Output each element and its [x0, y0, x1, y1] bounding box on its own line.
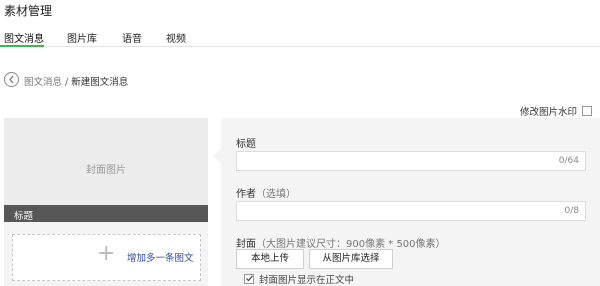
author-label-text: 作者 [236, 189, 256, 200]
preview-title-bar: 标题 [4, 205, 208, 222]
cover-label: 封面（大图片建议尺寸：900像素 * 500像素） [236, 235, 446, 250]
tab-news[interactable]: 图文消息 [4, 30, 44, 45]
tab-image-library[interactable]: 图片库 [67, 30, 97, 45]
back-button[interactable] [4, 72, 19, 87]
title-input[interactable]: 0/64 [236, 151, 586, 171]
show-cover-in-body: 封面图片显示在正文中 [244, 272, 354, 286]
breadcrumb: 图文消息 / 新建图文消息 [24, 74, 128, 88]
preview-title: 标题 [14, 211, 34, 222]
add-article-label: 增加多一条图文 [127, 253, 194, 264]
chevron-left-icon [9, 75, 14, 84]
author-hint: （选填） [256, 189, 296, 200]
add-article-button[interactable]: + 增加多一条图文 [12, 234, 201, 281]
watermark-label: 修改图片水印 [519, 107, 577, 118]
breadcrumb-parent[interactable]: 图文消息 [24, 77, 62, 88]
title-label: 标题 [236, 139, 256, 150]
select-from-library-button[interactable]: 从图片库选择 [309, 249, 393, 269]
watermark-checkbox[interactable] [582, 106, 592, 116]
author-counter: 0/8 [564, 206, 579, 216]
author-label: 作者（选填） [236, 185, 296, 200]
page-title: 素材管理 [4, 4, 53, 18]
show-cover-label: 封面图片显示在正文中 [259, 275, 355, 286]
tab-voice[interactable]: 语音 [122, 30, 142, 45]
article-editor: 标题 0/64 作者（选填） 0/8 封面（大图片建议尺寸：900像素 * 50… [213, 118, 600, 286]
plus-icon: + [97, 241, 116, 266]
title-counter: 0/64 [558, 156, 579, 166]
breadcrumb-separator: / [65, 77, 69, 88]
check-icon [246, 275, 253, 282]
author-input[interactable]: 0/8 [236, 201, 586, 221]
show-cover-checkbox[interactable] [244, 274, 254, 284]
tab-video[interactable]: 视频 [166, 30, 186, 45]
cover-image-placeholder[interactable]: 封面图片 [4, 118, 208, 206]
active-tab-indicator [0, 45, 44, 47]
article-preview: 封面图片 标题 + 增加多一条图文 [4, 118, 208, 286]
local-upload-button[interactable]: 本地上传 [236, 249, 304, 269]
watermark-setting: 修改图片水印 [520, 104, 592, 118]
tab-bar: 图文消息 图片库 语音 视频 [0, 26, 600, 47]
cover-image-text: 封面图片 [86, 165, 126, 176]
editor-pointer [213, 148, 221, 164]
breadcrumb-current: 新建图文消息 [71, 77, 129, 88]
